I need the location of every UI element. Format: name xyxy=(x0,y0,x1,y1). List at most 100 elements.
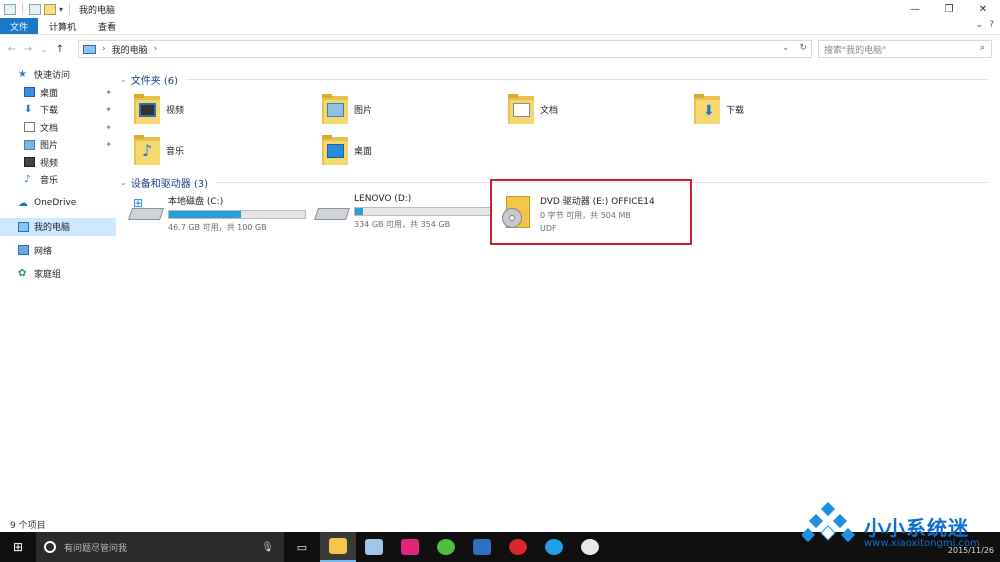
nav-this-pc[interactable]: 我的电脑 xyxy=(0,218,116,236)
address-bar[interactable]: › 我的电脑 › ⌄ ↻ xyxy=(78,40,812,58)
taskbar-app-media[interactable] xyxy=(392,532,428,562)
video-icon xyxy=(24,157,35,168)
folder-music[interactable]: ♪ 音乐 xyxy=(134,135,184,165)
folder-videos[interactable]: 视频 xyxy=(134,94,184,124)
search-icon[interactable]: ⌕ xyxy=(980,43,985,53)
nav-item-videos[interactable]: 视频 xyxy=(0,154,116,172)
folder-pictures[interactable]: 图片 xyxy=(322,94,372,124)
nav-item-pictures[interactable]: 图片 ✦ xyxy=(0,136,116,154)
cloud-icon: ☁ xyxy=(18,197,28,209)
search-placeholder: 搜索"我的电脑" xyxy=(824,45,887,56)
help-icon[interactable]: ? xyxy=(989,20,994,30)
collapse-chevron-icon[interactable]: ⌄ xyxy=(120,75,127,84)
taskbar-search[interactable]: 有问题尽管问我 🎙 xyxy=(36,532,284,562)
taskbar-app-visio[interactable] xyxy=(464,532,500,562)
music-icon: ♪ xyxy=(24,174,31,186)
nav-item-downloads[interactable]: ⬇ 下载 ✦ xyxy=(0,101,116,119)
taskbar-app-browser-green[interactable] xyxy=(428,532,464,562)
address-dropdown-icon[interactable]: ⌄ xyxy=(782,43,790,53)
task-view-icon: ▭ xyxy=(296,540,308,554)
network-icon xyxy=(18,245,29,256)
folder-downloads[interactable]: ⬇ 下载 xyxy=(694,94,744,124)
search-input[interactable]: 搜索"我的电脑" ⌕ xyxy=(818,40,992,58)
close-button[interactable]: ✕ xyxy=(966,0,1000,18)
breadcrumb-chevron-icon[interactable]: › xyxy=(102,44,106,54)
taskbar-app-paint[interactable] xyxy=(572,532,608,562)
explorer-window: ▾ 我的电脑 — ❐ ✕ 文件 计算机 查看 ⌄ ? ← → ⌄ ↑ › 我的电… xyxy=(0,0,1000,532)
up-button[interactable]: ↑ xyxy=(52,44,68,55)
drive-d[interactable]: LENOVO (D:) 334 GB 可用，共 354 GB xyxy=(314,194,492,230)
nav-network[interactable]: 网络 xyxy=(0,242,116,260)
download-folder-icon: ⬇ xyxy=(694,94,720,124)
cortana-icon xyxy=(44,541,56,553)
address-row: ← → ⌄ ↑ › 我的电脑 › ⌄ ↻ 搜索"我的电脑" ⌕ xyxy=(0,38,1000,60)
nav-item-music[interactable]: ♪ 音乐 xyxy=(0,171,116,189)
breadcrumb-chevron-icon[interactable]: › xyxy=(154,44,158,54)
refresh-icon[interactable]: ↻ xyxy=(799,43,807,53)
taskbar-app-red-g[interactable] xyxy=(500,532,536,562)
download-icon: ⬇ xyxy=(24,104,33,116)
status-item-count: 9 个项目 xyxy=(10,521,46,531)
document-icon xyxy=(24,122,35,133)
explorer-app-icon[interactable] xyxy=(4,3,16,15)
paint-icon xyxy=(581,539,599,555)
folder-desktop[interactable]: 桌面 xyxy=(322,135,372,165)
nav-item-desktop[interactable]: 桌面 ✦ xyxy=(0,84,116,102)
windows-drive-icon: ⊞ xyxy=(128,196,164,226)
internet-explorer-icon xyxy=(545,539,563,555)
breadcrumb-this-pc[interactable]: 我的电脑 xyxy=(112,43,148,56)
g-app-icon xyxy=(509,539,527,555)
nav-homegroup[interactable]: ✿ 家庭组 xyxy=(0,265,116,283)
homegroup-icon: ✿ xyxy=(18,268,27,280)
taskbar-clock-date[interactable]: 2015/11/26 xyxy=(948,546,994,555)
pin-icon: ✦ xyxy=(105,87,112,97)
start-button[interactable]: ⊞ xyxy=(0,532,36,562)
pin-icon: ✦ xyxy=(105,122,112,132)
drive-c[interactable]: ⊞ 本地磁盘 (C:) 46.7 GB 可用，共 100 GB xyxy=(128,194,306,233)
tab-file[interactable]: 文件 xyxy=(0,18,39,34)
document-folder-icon xyxy=(508,94,534,124)
folders-section-header[interactable]: ⌄ 文件夹 (6) xyxy=(120,72,988,87)
recent-locations-button[interactable]: ⌄ xyxy=(36,45,52,54)
picture-icon xyxy=(24,139,35,150)
new-folder-icon[interactable] xyxy=(44,3,56,15)
visio-icon xyxy=(473,539,491,555)
music-folder-icon: ♪ xyxy=(134,135,160,165)
forward-button[interactable]: → xyxy=(20,44,36,55)
minimize-button[interactable]: — xyxy=(898,0,932,18)
back-button[interactable]: ← xyxy=(4,44,20,55)
media-icon xyxy=(401,539,419,555)
taskbar-app-file-explorer[interactable] xyxy=(320,532,356,562)
watermark-logo-icon xyxy=(802,502,856,543)
desktop-folder-icon xyxy=(322,135,348,165)
desktop-icon xyxy=(24,87,35,98)
watermark-text: 小小系统迷 xyxy=(864,516,969,540)
tab-view[interactable]: 查看 xyxy=(87,18,127,34)
folder-documents[interactable]: 文档 xyxy=(508,94,558,124)
folder-icon xyxy=(329,538,347,554)
drive-c-usage-bar xyxy=(168,210,306,219)
quick-toolbar-dropdown-icon[interactable]: ▾ xyxy=(59,5,63,14)
tab-computer[interactable]: 计算机 xyxy=(38,18,87,34)
browser-icon xyxy=(437,539,455,555)
pin-icon: ✦ xyxy=(105,140,112,150)
computer-icon xyxy=(83,44,96,54)
navigation-pane: ★ 快速访问 桌面 ✦ ⬇ 下载 ✦ 文档 ✦ 图片 ✦ 视频 ♪ 音乐 ☁ O… xyxy=(0,66,116,512)
video-folder-icon xyxy=(134,94,160,124)
maximize-button[interactable]: ❐ xyxy=(932,0,966,18)
star-icon: ★ xyxy=(18,69,27,81)
ribbon-expand-icon[interactable]: ⌄ xyxy=(976,20,984,30)
properties-icon[interactable] xyxy=(29,3,41,15)
nav-onedrive[interactable]: ☁ OneDrive xyxy=(0,195,116,213)
taskbar-app-notes[interactable] xyxy=(356,532,392,562)
computer-icon xyxy=(18,221,29,232)
pin-icon: ✦ xyxy=(105,105,112,115)
nav-quick-access[interactable]: ★ 快速访问 xyxy=(0,66,116,84)
collapse-chevron-icon[interactable]: ⌄ xyxy=(120,178,127,187)
drive-d-usage-bar xyxy=(354,207,492,216)
nav-item-documents[interactable]: 文档 ✦ xyxy=(0,119,116,137)
taskbar-app-ie[interactable] xyxy=(536,532,572,562)
highlight-box xyxy=(490,179,692,245)
task-view-button[interactable]: ▭ xyxy=(284,541,320,554)
microphone-icon[interactable]: 🎙 xyxy=(261,542,274,553)
